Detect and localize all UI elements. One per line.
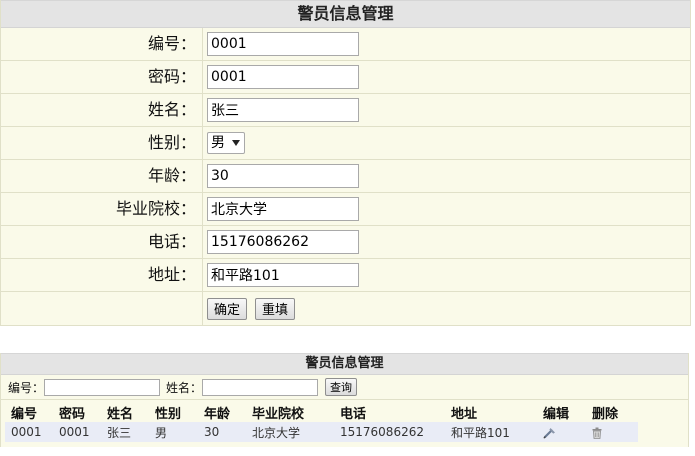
password-label: 密码： bbox=[1, 61, 203, 93]
table-header: 编号 密码 姓名 性别 年龄 毕业院校 电话 地址 编辑 删除 bbox=[5, 402, 638, 422]
school-label: 毕业院校： bbox=[1, 193, 203, 225]
form-row-id: 编号： bbox=[1, 28, 690, 61]
form-title: 警员信息管理 bbox=[1, 0, 690, 28]
column-header-edit: 编辑 bbox=[543, 406, 570, 422]
search-id-label: 编号： bbox=[8, 380, 45, 395]
gender-select-wrap[interactable]: 男 bbox=[207, 132, 245, 154]
column-header-name: 姓名 bbox=[107, 406, 134, 422]
form-row-name: 姓名： bbox=[1, 94, 690, 127]
officer-list-panel: 警员信息管理 编号： 姓名： 查询 编号 密码 姓名 性别 年龄 毕业院校 电话… bbox=[0, 353, 689, 447]
cell-id: 0001 bbox=[5, 422, 53, 442]
id-cell bbox=[203, 28, 690, 60]
table-row: 0001 0001 张三 男 30 北京大学 15176086262 和平路10… bbox=[5, 422, 638, 442]
form-row-gender: 性别： 男 bbox=[1, 127, 690, 160]
address-input[interactable] bbox=[207, 263, 359, 287]
cell-delete bbox=[586, 422, 638, 442]
list-title: 警员信息管理 bbox=[1, 353, 688, 375]
form-row-age: 年龄： bbox=[1, 160, 690, 193]
trash-icon[interactable] bbox=[592, 427, 602, 439]
officer-table: 编号 密码 姓名 性别 年龄 毕业院校 电话 地址 编辑 删除 0001 000… bbox=[5, 402, 638, 442]
search-name-input[interactable] bbox=[202, 378, 319, 396]
form-row-school: 毕业院校： bbox=[1, 193, 690, 226]
school-cell bbox=[203, 193, 690, 225]
column-header-address: 地址 bbox=[451, 406, 478, 422]
school-input[interactable] bbox=[207, 197, 359, 221]
gender-label: 性别： bbox=[1, 127, 203, 159]
name-cell bbox=[203, 94, 690, 126]
age-input[interactable] bbox=[207, 164, 359, 188]
confirm-button[interactable]: 确定 bbox=[207, 297, 248, 320]
column-header-delete: 删除 bbox=[592, 406, 619, 422]
id-label: 编号： bbox=[1, 28, 203, 60]
name-input[interactable] bbox=[207, 98, 359, 122]
gender-cell: 男 bbox=[203, 127, 690, 159]
actions-label-spacer bbox=[1, 292, 203, 325]
name-label: 姓名： bbox=[1, 94, 203, 126]
search-bar: 编号： 姓名： 查询 bbox=[1, 375, 688, 400]
query-button[interactable]: 查询 bbox=[325, 378, 358, 396]
search-id-input[interactable] bbox=[44, 378, 161, 396]
actions-cell: 确定 重填 bbox=[203, 292, 690, 325]
column-header-gender: 性别 bbox=[155, 406, 182, 422]
address-cell bbox=[203, 259, 690, 291]
phone-label: 电话： bbox=[1, 226, 203, 258]
column-header-password: 密码 bbox=[59, 406, 86, 422]
gender-select[interactable]: 男 bbox=[207, 132, 245, 154]
form-row-address: 地址： bbox=[1, 259, 690, 292]
cell-password: 0001 bbox=[53, 422, 101, 442]
address-label: 地址： bbox=[1, 259, 203, 291]
phone-cell bbox=[203, 226, 690, 258]
cell-gender: 男 bbox=[149, 422, 198, 442]
cell-address: 和平路101 bbox=[445, 422, 537, 442]
search-name-label: 姓名： bbox=[166, 380, 203, 395]
edit-icon[interactable] bbox=[543, 427, 556, 439]
cell-phone: 15176086262 bbox=[334, 422, 445, 442]
cell-edit bbox=[537, 422, 586, 442]
age-cell bbox=[203, 160, 690, 192]
cell-name: 张三 bbox=[101, 422, 149, 442]
password-input[interactable] bbox=[207, 65, 359, 89]
id-input[interactable] bbox=[207, 32, 359, 56]
column-header-id: 编号 bbox=[11, 406, 38, 422]
table-body: 0001 0001 张三 男 30 北京大学 15176086262 和平路10… bbox=[5, 422, 638, 442]
officer-edit-form: 警员信息管理 编号： 密码： 姓名： 性别： 男 bbox=[0, 0, 691, 326]
password-cell bbox=[203, 61, 690, 93]
column-header-phone: 电话 bbox=[340, 406, 367, 422]
reset-button[interactable]: 重填 bbox=[255, 297, 296, 320]
form-row-actions: 确定 重填 bbox=[1, 292, 690, 325]
phone-input[interactable] bbox=[207, 230, 359, 254]
cell-age: 30 bbox=[198, 422, 246, 442]
table-header-row: 编号 密码 姓名 性别 年龄 毕业院校 电话 地址 编辑 删除 bbox=[5, 402, 638, 422]
form-row-phone: 电话： bbox=[1, 226, 690, 259]
column-header-age: 年龄 bbox=[204, 406, 231, 422]
column-header-school: 毕业院校 bbox=[252, 406, 305, 422]
age-label: 年龄： bbox=[1, 160, 203, 192]
cell-school: 北京大学 bbox=[246, 422, 334, 442]
form-row-password: 密码： bbox=[1, 61, 690, 94]
